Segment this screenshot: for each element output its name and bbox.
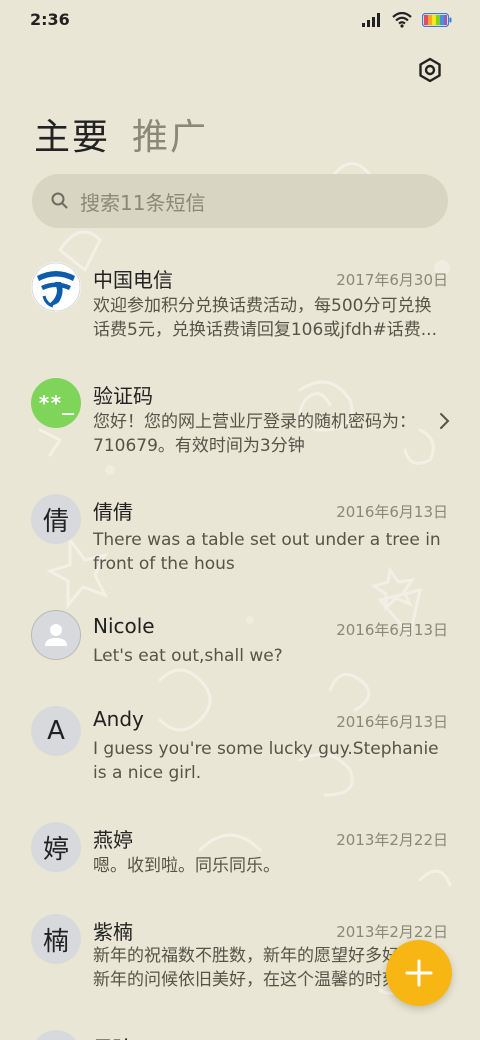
avatar: 婷 (31, 822, 81, 872)
settings-button[interactable] (414, 54, 446, 86)
conversation-row-yanting[interactable]: 婷 燕婷 2013年2月22日 嗯。收到啦。同乐同乐。 (0, 818, 480, 898)
conversation-preview: Let's eat out,shall we? (93, 644, 448, 668)
status-icons (362, 12, 452, 28)
preview-line: is a nice girl. (93, 763, 202, 783)
conversation-preview: There was a table set out under a tree i… (93, 528, 448, 576)
preview-line: front of the hous (93, 554, 235, 574)
conversation-date: 2017年6月30日 (336, 271, 448, 289)
preview-line: There was a table set out under a tree i… (93, 530, 441, 550)
conversation-row-qianqian[interactable]: 倩 倩倩 2016年6月13日 There was a table set ou… (0, 486, 480, 586)
new-message-button[interactable] (386, 940, 452, 1006)
avatar: A (31, 706, 81, 756)
search-icon (51, 192, 68, 209)
search-bar[interactable]: 搜索11条短信 (32, 174, 448, 228)
conversation-preview: I guess you're some lucky guy.Stephanie … (93, 737, 448, 785)
preview-line: 话费5元，兑换话费请回复106或jfdh#话费... (93, 320, 437, 340)
conversation-row-ziling[interactable]: 子玲 (0, 1026, 480, 1040)
conversation-name: 燕婷 (93, 828, 133, 852)
conversation-name: 紫楠 (93, 920, 133, 944)
preview-line: I guess you're some lucky guy.Stephanie (93, 739, 439, 759)
settings-hexagon-icon (419, 57, 441, 83)
conversation-date: 2016年6月13日 (336, 713, 448, 731)
tab-primary[interactable]: 主要 (34, 108, 110, 160)
avatar (31, 1030, 81, 1040)
preview-line: 欢迎参加积分兑换话费活动，每500分可兑换 (93, 296, 432, 316)
conversation-preview: 欢迎参加积分兑换话费活动，每500分可兑换 话费5元，兑换话费请回复106或jf… (93, 294, 448, 342)
conversation-date: 2016年6月13日 (336, 503, 448, 521)
conversation-preview: 嗯。收到啦。同乐同乐。 (93, 854, 448, 878)
conversation-row-china-telecom[interactable]: 中国电信 2017年6月30日 欢迎参加积分兑换话费活动，每500分可兑换 话费… (0, 254, 480, 354)
signal-icon (362, 13, 380, 27)
conversation-name: 验证码 (93, 384, 153, 408)
conversation-date: 2013年2月22日 (336, 923, 448, 941)
conversation-name: Nicole (93, 614, 155, 638)
conversation-name: 倩倩 (93, 500, 133, 524)
preview-line: 您好！您的网上营业厅登录的随机密码为： (93, 412, 416, 432)
china-telecom-logo-icon (31, 262, 81, 312)
conversation-row-verification-code[interactable]: **_ 验证码 您好！您的网上营业厅登录的随机密码为： 710679。有效时间为… (0, 370, 480, 470)
conversation-row-nicole[interactable]: Nicole 2016年6月13日 Let's eat out,shall we… (0, 604, 480, 684)
battery-icon (422, 13, 452, 27)
conversation-name: Andy (93, 707, 144, 731)
conversation-preview: 您好！您的网上营业厅登录的随机密码为： 710679。有效时间为3分钟 (93, 410, 423, 458)
preview-line: 嗯。收到啦。同乐同乐。 (93, 856, 280, 876)
person-icon (31, 610, 81, 660)
preview-line: 710679。有效时间为3分钟 (93, 436, 305, 456)
conversation-row-andy[interactable]: A Andy 2016年6月13日 I guess you're some lu… (0, 698, 480, 798)
avatar: 楠 (31, 914, 81, 964)
conversation-date: 2013年2月22日 (336, 831, 448, 849)
wifi-icon (392, 12, 412, 28)
tab-bar: 主要 推广 (34, 108, 208, 158)
avatar: 倩 (31, 494, 81, 544)
preview-line: Let's eat out,shall we? (93, 646, 283, 666)
chevron-right-icon[interactable] (438, 412, 450, 430)
search-placeholder: 搜索11条短信 (80, 190, 206, 215)
status-time: 2:36 (30, 10, 70, 29)
tab-promotions[interactable]: 推广 (132, 108, 208, 160)
avatar: **_ (31, 378, 81, 428)
conversation-name: 子玲 (93, 1032, 133, 1040)
plus-icon (405, 959, 433, 987)
conversation-name: 中国电信 (93, 268, 173, 292)
status-bar: 2:36 (0, 0, 480, 40)
conversation-date: 2016年6月13日 (336, 621, 448, 639)
